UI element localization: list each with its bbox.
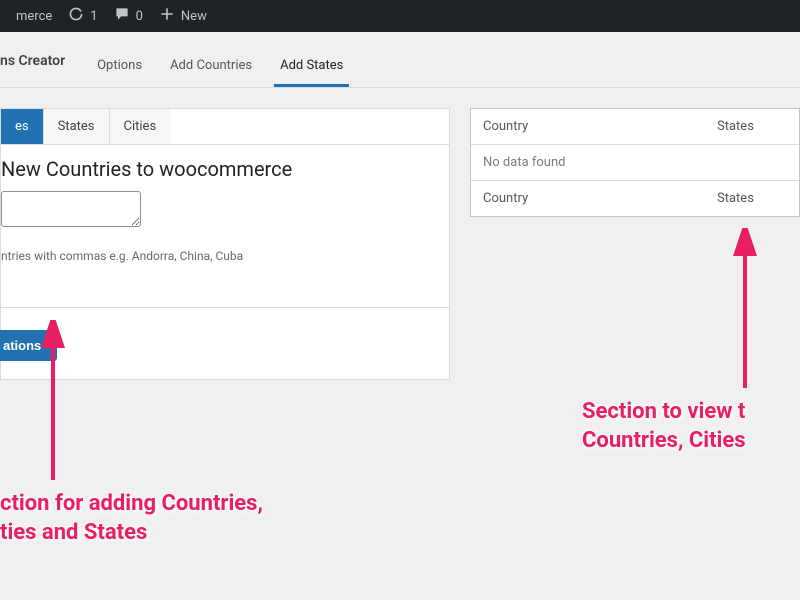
admin-bar: merce 1 0 New [0,0,800,32]
annotation-left: ction for adding Countries, ties and Sta… [0,490,263,547]
table-header-states: States [717,119,787,134]
mini-tab-states[interactable]: States [44,109,110,144]
admin-bar-updates[interactable]: 1 [60,6,105,26]
breadcrumb: ns Creator [0,53,83,87]
plus-icon [159,6,175,26]
countries-table: Country States No data found Country Sta… [470,108,800,217]
tab-add-states[interactable]: Add States [266,48,357,87]
left-column: es States Cities New Countries to woocom… [0,108,450,380]
admin-bar-new[interactable]: New [151,6,215,26]
admin-bar-new-label: New [181,9,207,24]
table-empty: No data found [471,145,799,181]
table-footer-country: Country [483,191,717,206]
panel-body: New Countries to woocommerce ntries with… [1,145,449,287]
table-empty-text: No data found [483,155,787,170]
mini-tab-countries[interactable]: es [1,109,44,144]
admin-bar-updates-count: 1 [90,9,97,24]
refresh-icon [68,6,84,26]
table-header: Country States [471,109,799,145]
button-row: ations [0,307,449,379]
mini-tab-cities[interactable]: Cities [110,109,171,144]
admin-bar-site-label: merce [16,9,52,24]
tab-add-countries[interactable]: Add Countries [156,48,266,87]
table-footer-states: States [717,191,787,206]
subnav: ns Creator Options Add Countries Add Sta… [0,32,800,88]
admin-bar-comments[interactable]: 0 [106,6,151,26]
content-area: es States Cities New Countries to woocom… [0,88,800,380]
add-panel: es States Cities New Countries to woocom… [0,108,450,380]
tab-options[interactable]: Options [83,48,156,87]
right-column: Country States No data found Country Sta… [470,108,800,380]
save-button[interactable]: ations [0,330,57,361]
table-header-country: Country [483,119,717,134]
countries-input[interactable] [1,191,141,227]
panel-heading: New Countries to woocommerce [1,157,435,181]
comment-icon [114,6,130,26]
admin-bar-comments-count: 0 [136,9,143,24]
admin-bar-site[interactable]: merce [8,9,60,24]
input-hint: ntries with commas e.g. Andorra, China, … [1,249,435,263]
table-footer: Country States [471,181,799,216]
mini-tabs: es States Cities [1,109,449,145]
annotation-right: Section to view t Countries, Cities [582,398,746,455]
